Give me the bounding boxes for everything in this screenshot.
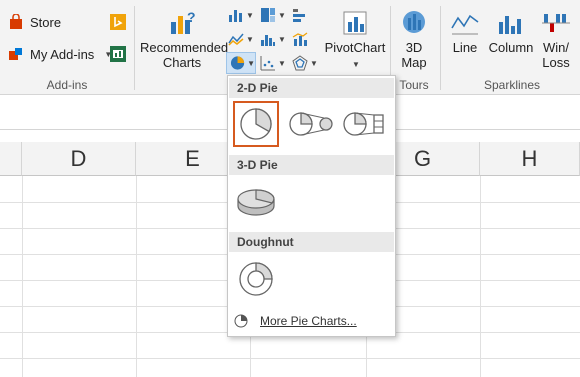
statistic-chart-icon	[261, 35, 275, 46]
sparkline-winloss-icon	[542, 14, 570, 32]
section-3d-pie: 3-D Pie	[229, 155, 394, 175]
section-2d-pie: 2-D Pie	[229, 78, 394, 98]
sparkline-column-button[interactable]: Column	[488, 8, 534, 55]
divider	[440, 6, 441, 90]
section-doughnut: Doughnut	[229, 232, 394, 252]
my-addins-icon	[9, 48, 22, 60]
col-line	[136, 176, 137, 377]
chevron-down-icon: ▼	[247, 58, 255, 68]
svg-text:?: ?	[187, 9, 196, 25]
column-header-blank	[0, 142, 22, 176]
column-chart-button[interactable]: ▼	[228, 6, 256, 24]
combo-chart-icon	[292, 32, 308, 46]
sparkline-column-icon	[499, 16, 521, 34]
chevron-down-icon: ▼	[246, 10, 254, 20]
radar-chart-button[interactable]: ▼	[292, 54, 320, 72]
line-chart-icon	[228, 33, 244, 46]
recommended-charts-label-1: Recommended	[140, 40, 229, 55]
chevron-down-icon: ▼	[278, 58, 286, 68]
3d-map-label-1: 3D	[405, 40, 423, 55]
pie-option[interactable]	[233, 101, 279, 147]
bing-icon[interactable]	[110, 14, 126, 30]
globe-icon	[403, 11, 425, 33]
hierarchy-chart-icon	[261, 8, 275, 22]
pivotchart-icon	[343, 11, 367, 35]
recommended-charts-label-2: Charts	[162, 55, 202, 70]
bar-chart-icon	[293, 9, 305, 22]
my-addins-button[interactable]: My Add-ins ▼	[8, 46, 112, 62]
store-label: Store	[30, 14, 62, 30]
radar-chart-icon	[292, 55, 308, 71]
pie-icon	[240, 108, 272, 140]
sparkline-winloss-button[interactable]: Win/ Loss	[536, 8, 576, 70]
doughnut-icon	[239, 262, 273, 296]
row-line	[0, 358, 580, 359]
pie-small-icon	[234, 314, 248, 328]
pie-of-pie-option[interactable]	[288, 101, 334, 147]
sparkline-line-icon	[451, 14, 479, 35]
bar-of-pie-icon	[343, 112, 384, 136]
pie-chart-button[interactable]: ▼	[226, 52, 256, 74]
chevron-down-icon: ▼	[246, 34, 254, 44]
pivotchart-button[interactable]: PivotChart ▼	[324, 8, 386, 72]
combo-chart-button[interactable]	[292, 30, 320, 48]
3d-pie-option[interactable]	[233, 179, 279, 225]
line-chart-button[interactable]: ▼	[228, 30, 256, 48]
sparkline-column-label: Column	[488, 40, 534, 55]
store-button[interactable]: Store	[8, 14, 61, 30]
sparkline-line-label: Line	[452, 40, 478, 55]
column-header-d[interactable]: D	[22, 142, 136, 176]
tours-group-label: Tours	[399, 78, 429, 92]
sparklines-group-label: Sparklines	[483, 78, 541, 92]
recommended-charts-button[interactable]: ? Recommended Charts	[140, 8, 229, 70]
chevron-down-icon: ▼	[352, 60, 360, 69]
store-icon	[10, 14, 22, 29]
more-pie-charts-link[interactable]: More Pie Charts...	[234, 314, 357, 328]
pivotchart-label: PivotChart	[324, 40, 386, 55]
sparkline-winloss-label-2: Loss	[542, 55, 570, 70]
addins-group-label: Add-ins	[46, 78, 88, 92]
hierarchy-chart-button[interactable]: ▼	[260, 6, 288, 24]
scatter-chart-button[interactable]: ▼	[260, 54, 288, 72]
statistic-chart-button[interactable]: ▼	[260, 30, 288, 48]
people-graph-icon[interactable]	[110, 46, 126, 62]
bar-of-pie-option[interactable]	[342, 101, 388, 147]
bar-chart-button[interactable]	[292, 6, 320, 24]
chevron-down-icon: ▼	[278, 34, 286, 44]
recommended-charts-icon: ?	[171, 9, 196, 34]
pie-of-pie-icon	[289, 112, 333, 136]
column-header-h[interactable]: H	[480, 142, 580, 176]
sparkline-line-button[interactable]: Line	[444, 8, 486, 55]
3d-pie-icon	[237, 189, 275, 216]
scatter-chart-icon	[260, 56, 275, 71]
3d-map-label-2: Map	[401, 55, 427, 70]
pie-chart-icon	[230, 56, 245, 70]
chevron-down-icon: ▼	[310, 58, 318, 68]
my-addins-label: My Add-ins	[30, 46, 95, 62]
doughnut-option[interactable]	[233, 256, 279, 302]
chevron-down-icon: ▼	[278, 10, 286, 20]
sparkline-winloss-label-1: Win/	[543, 40, 569, 55]
col-line	[480, 176, 481, 377]
more-pie-charts-label: More Pie Charts...	[260, 314, 357, 328]
col-line	[22, 176, 23, 377]
pie-chart-menu: 2-D Pie 3-D Pie Doughnut More Pie Charts…	[227, 75, 396, 337]
3d-map-button[interactable]: 3D Map	[394, 8, 434, 70]
column-chart-icon	[229, 10, 242, 22]
divider	[134, 6, 135, 90]
